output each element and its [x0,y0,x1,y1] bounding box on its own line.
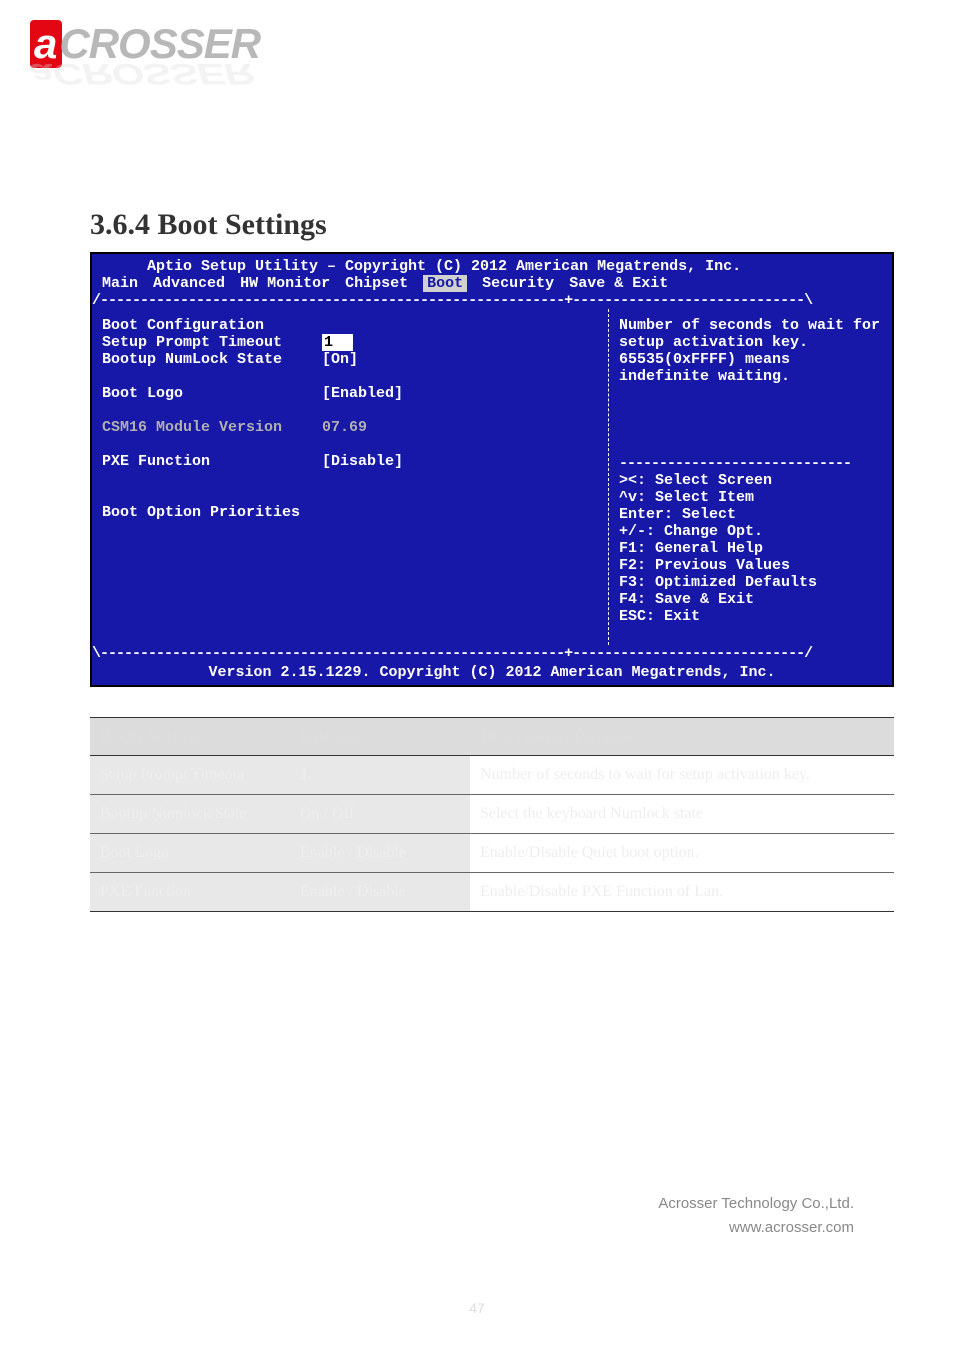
cell-options: Enable / Disable [290,834,470,873]
tab-boot: Boot [423,275,467,292]
th-options: Options [290,718,470,756]
th-desc: Description/Purpose [470,718,894,756]
header-logo: aCROSSER aCROSSER [0,0,954,128]
cell-desc: Number of seconds to wait for setup acti… [470,756,894,795]
settings-table: BIOS Setting Options Description/Purpose… [90,717,894,912]
bottom-divider: \---------------------------------------… [92,645,892,662]
tab-advanced: Advanced [153,275,225,292]
cell-desc: Enable/Disable Quiet boot option. [470,834,894,873]
cell-options: Enable / Disable [290,873,470,912]
page-number: 47 [0,1300,954,1316]
pxe-label: PXE Function [102,453,322,470]
bios-right-panel: Number of seconds to wait for setup acti… [609,309,892,645]
section-heading: 3.6.4 Boot Settings [90,208,954,242]
cell-desc: Enable/Disable PXE Function of Lan. [470,873,894,912]
bootlogo-label: Boot Logo [102,385,322,402]
footer-url: www.acrosser.com [0,1216,854,1240]
setup-prompt-label: Setup Prompt Timeout [102,334,322,351]
tab-security: Security [482,275,554,292]
key-esc: ESC: Exit [619,608,882,625]
bios-title: Aptio Setup Utility – Copyright (C) 2012… [92,258,892,275]
bios-help-text: Number of seconds to wait for setup acti… [619,317,882,385]
boot-config-heading: Boot Configuration [102,317,322,334]
key-f4: F4: Save & Exit [619,591,882,608]
tab-chipset: Chipset [345,275,408,292]
bios-left-panel: Boot Configuration Setup Prompt Timeout … [92,309,609,645]
logo-reflection: aCROSSER [30,57,924,91]
key-select-item: ^v: Select Item [619,489,882,506]
pxe-value: [Disable] [322,453,598,470]
footer-company: Acrosser Technology Co.,Ltd. [0,1192,854,1216]
key-enter: Enter: Select [619,506,882,523]
setup-prompt-value: 1 [322,334,353,351]
cell-setting: Bootup Numlock State [90,795,290,834]
page-footer: Acrosser Technology Co.,Ltd. www.acrosse… [0,1192,954,1280]
bios-header: Aptio Setup Utility – Copyright (C) 2012… [92,254,892,292]
bios-footer: Version 2.15.1229. Copyright (C) 2012 Am… [92,662,892,685]
table-row: Setup Prompt Timeout 1 Number of seconds… [90,756,894,795]
bios-tabs: Main Advanced HW Monitor Chipset Boot Se… [92,275,892,292]
cell-options: 1 [290,756,470,795]
key-change: +/-: Change Opt. [619,523,882,540]
csm16-value: 07.69 [322,419,598,436]
key-select-screen: ><: Select Screen [619,472,882,489]
cell-setting: Setup Prompt Timeout [90,756,290,795]
key-f1: F1: General Help [619,540,882,557]
key-f2: F2: Previous Values [619,557,882,574]
bootlogo-value: [Enabled] [322,385,598,402]
cell-setting: PXE Function [90,873,290,912]
table-row: Boot Logo Enable / Disable Enable/Disabl… [90,834,894,873]
tab-saveexit: Save & Exit [569,275,668,292]
table-row: PXE Function Enable / Disable Enable/Dis… [90,873,894,912]
table-row: Bootup Numlock State On / Off Select the… [90,795,894,834]
cell-setting: Boot Logo [90,834,290,873]
bios-screenshot: Aptio Setup Utility – Copyright (C) 2012… [90,252,894,687]
numlock-value: [On] [322,351,598,368]
numlock-label: Bootup NumLock State [102,351,322,368]
csm16-label: CSM16 Module Version [102,419,322,436]
cell-desc: Select the keyboard Numlock state [470,795,894,834]
key-f3: F3: Optimized Defaults [619,574,882,591]
tab-hwmonitor: HW Monitor [240,275,330,292]
th-setting: BIOS Setting [90,718,290,756]
cell-options: On / Off [290,795,470,834]
bios-body: Boot Configuration Setup Prompt Timeout … [92,309,892,645]
divider: /---------------------------------------… [92,292,892,309]
tab-main: Main [102,275,138,292]
boot-priorities-label: Boot Option Priorities [102,504,402,521]
right-divider: ----------------------------- [619,455,882,472]
